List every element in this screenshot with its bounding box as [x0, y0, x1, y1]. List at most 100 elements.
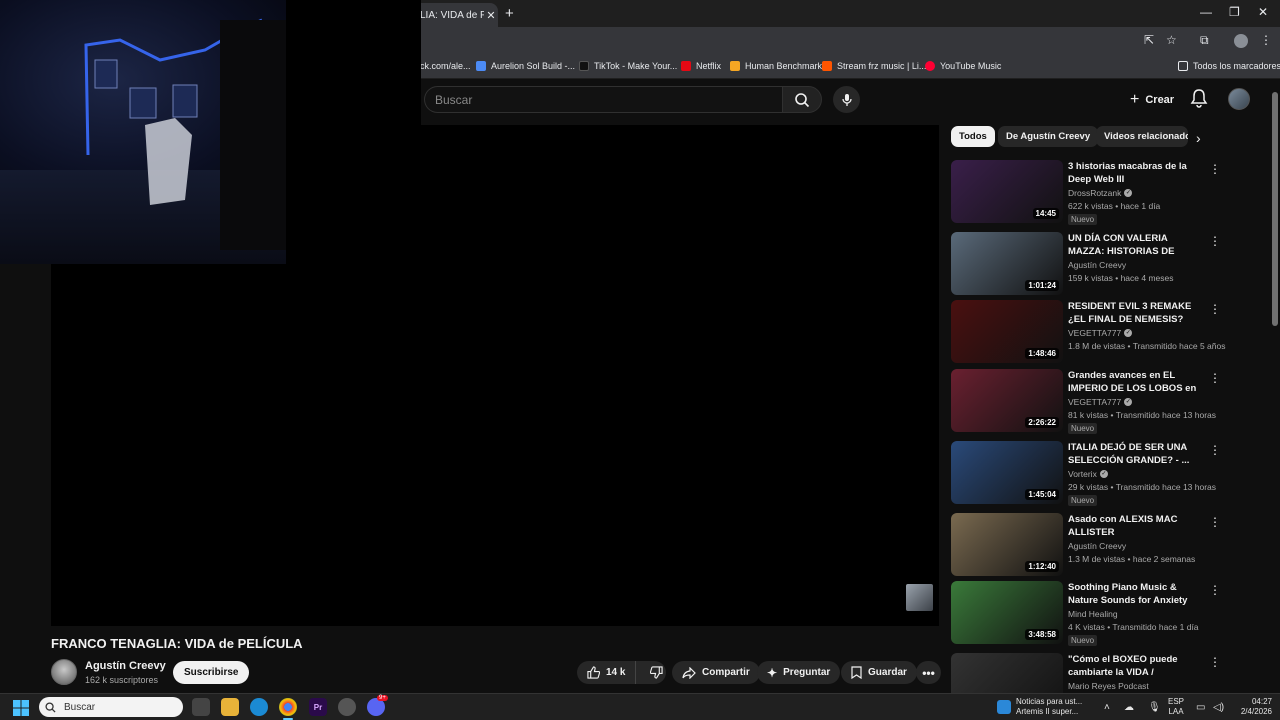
video-title[interactable]: RESIDENT EVIL 3 REMAKE ¿EL FINAL DE NEME…: [1068, 300, 1205, 326]
chrome-icon[interactable]: [279, 698, 297, 716]
install-app-icon[interactable]: ⇱: [1144, 33, 1154, 47]
channel-line[interactable]: Agustín Creevy: [1068, 541, 1126, 551]
player-channel-watermark[interactable]: [906, 584, 933, 611]
browser-menu-icon[interactable]: ⋮: [1260, 33, 1272, 47]
language-indicator[interactable]: ESP LAA: [1168, 697, 1184, 717]
extensions-icon[interactable]: ⧉: [1200, 33, 1209, 48]
scrollbar-thumb[interactable]: [1272, 92, 1278, 326]
video-title[interactable]: Soothing Piano Music & Nature Sounds for…: [1068, 581, 1205, 608]
bookmark-favicon: [822, 61, 832, 71]
video-title[interactable]: Grandes avances en EL IMPERIO DE LOS LOB…: [1068, 369, 1205, 396]
like-button[interactable]: 14 k: [577, 661, 637, 684]
share-button[interactable]: Compartir: [672, 661, 760, 684]
save-button[interactable]: Guardar: [841, 661, 917, 684]
bookmark-item[interactable]: ck.com/ale...: [420, 61, 471, 71]
new-tab-button[interactable]: +: [505, 5, 514, 22]
bookmark-item[interactable]: YouTube Music: [925, 61, 1001, 71]
tray-overflow-icon[interactable]: ˄: [1104, 702, 1110, 713]
channel-avatar[interactable]: [51, 659, 77, 685]
volume-icon[interactable]: ◁): [1213, 702, 1224, 713]
recommendation-item[interactable]: 1:12:40 Asado con ALEXIS MAC ALLISTER Agus…: [951, 513, 1221, 577]
channel-name: Vorterix: [1068, 469, 1097, 479]
chip-todos[interactable]: Todos: [951, 126, 995, 147]
chip-channel[interactable]: De Agustín Creevy: [998, 126, 1099, 147]
mic-tray-icon[interactable]: 🎙: [1148, 702, 1161, 713]
video-thumbnail[interactable]: 3:48:58: [951, 581, 1063, 644]
voice-search-button[interactable]: [833, 86, 860, 113]
all-bookmarks-button[interactable]: Todos los marcadores: [1178, 61, 1280, 71]
network-icon[interactable]: ▭: [1196, 702, 1205, 713]
search-button[interactable]: [782, 86, 822, 113]
video-title[interactable]: Asado con ALEXIS MAC ALLISTER: [1068, 513, 1205, 539]
channel-name[interactable]: Agustín Creevy: [85, 660, 166, 672]
bookmark-item[interactable]: Stream frz music | Li...: [822, 61, 926, 71]
bookmark-star-icon[interactable]: ☆: [1166, 33, 1177, 47]
video-thumbnail[interactable]: 1:48:46: [951, 300, 1063, 363]
channel-line[interactable]: Mario Reyes Podcast: [1068, 681, 1149, 691]
more-actions-button[interactable]: •••: [916, 661, 941, 684]
clock[interactable]: 04:27 2/4/2026: [1230, 697, 1272, 717]
more-vertical-icon[interactable]: ⋮: [1209, 443, 1221, 457]
dislike-button[interactable]: [642, 661, 671, 684]
video-title[interactable]: 3 historias macabras de la Deep Web III: [1068, 160, 1205, 186]
video-thumbnail[interactable]: 14:45: [951, 160, 1063, 223]
more-vertical-icon[interactable]: ⋮: [1209, 583, 1221, 597]
bookmark-item[interactable]: TikTok - Make Your...: [579, 61, 677, 71]
more-vertical-icon[interactable]: ⋮: [1209, 371, 1221, 385]
recommendation-item[interactable]: 1:45:04 ITALIA DEJÓ DE SER UNA SELECCIÓN …: [951, 441, 1221, 506]
bookmark-item[interactable]: Human Benchmark: [730, 61, 822, 71]
edge-icon[interactable]: [250, 698, 268, 716]
minimize-icon[interactable]: —: [1200, 5, 1212, 19]
more-vertical-icon[interactable]: ⋮: [1209, 655, 1221, 669]
ask-button[interactable]: ✦ Preguntar: [757, 661, 841, 684]
bookmark-item[interactable]: Aurelion Sol Build -...: [476, 61, 575, 71]
recommendation-item[interactable]: 3:48:58 Soothing Piano Music & Nature Sou…: [951, 581, 1221, 646]
notifications-bell-icon[interactable]: [1190, 88, 1208, 108]
browser-tab[interactable]: LIA: VIDA de PEL ✕: [410, 3, 498, 27]
video-title[interactable]: UN DÍA CON VALERIA MAZZA: HISTORIAS DE S…: [1068, 232, 1205, 259]
video-thumbnail[interactable]: 1:01:24: [951, 232, 1063, 295]
onedrive-icon[interactable]: ☁: [1124, 702, 1134, 713]
chevron-right-icon[interactable]: ›: [1196, 130, 1201, 146]
video-duration: 14:45: [1032, 208, 1059, 219]
recommendation-item[interactable]: 2:26:22 Grandes avances en EL IMPERIO DE …: [951, 369, 1221, 434]
browser-profile-avatar[interactable]: [1234, 34, 1248, 48]
video-thumbnail[interactable]: 1:12:40: [951, 513, 1063, 576]
subscribe-button[interactable]: Suscribirse: [173, 661, 250, 684]
news-title: Noticias para ust...: [1016, 697, 1083, 706]
recommendation-item[interactable]: 14:45 3 historias macabras de la Deep Web…: [951, 160, 1221, 225]
tab-close-icon[interactable]: ✕: [484, 9, 498, 22]
all-bookmarks-label: Todos los marcadores: [1193, 61, 1280, 71]
windows-start-icon[interactable]: [13, 700, 29, 716]
more-vertical-icon[interactable]: ⋮: [1209, 302, 1221, 316]
news-widget[interactable]: Noticias para ust... Artemis II super...: [997, 697, 1082, 717]
more-vertical-icon[interactable]: ⋮: [1209, 234, 1221, 248]
taskbar-search[interactable]: Buscar: [39, 697, 183, 717]
restore-icon[interactable]: ❐: [1229, 5, 1240, 19]
channel-line[interactable]: DrossRotzank ✓: [1068, 188, 1133, 198]
premiere-icon[interactable]: Pr: [309, 698, 327, 716]
recommendation-item[interactable]: 1:48:46 RESIDENT EVIL 3 REMAKE ¿EL FINAL …: [951, 300, 1225, 364]
user-avatar[interactable]: [1228, 88, 1250, 110]
more-vertical-icon[interactable]: ⋮: [1209, 515, 1221, 529]
video-title[interactable]: "Cómo el BOXEO puede cambiarte la VIDA /…: [1068, 653, 1205, 680]
channel-line[interactable]: Mind Healing: [1068, 609, 1118, 619]
more-vertical-icon[interactable]: ⋮: [1209, 162, 1221, 176]
video-thumbnail[interactable]: 1:45:04: [951, 441, 1063, 504]
bookmark-item[interactable]: Netflix: [681, 61, 721, 71]
window-close-icon[interactable]: ✕: [1258, 5, 1268, 19]
recommendation-item[interactable]: 1:01:24 UN DÍA CON VALERIA MAZZA: HISTORI…: [951, 232, 1221, 296]
bookmark-label: Aurelion Sol Build -...: [491, 61, 576, 71]
channel-line[interactable]: VEGETTA777 ✓: [1068, 397, 1133, 407]
create-button[interactable]: + Crear: [1122, 87, 1182, 113]
channel-line[interactable]: Agustín Creevy: [1068, 260, 1126, 270]
search-input[interactable]: Buscar: [424, 86, 782, 113]
file-explorer-icon[interactable]: [221, 698, 239, 716]
video-thumbnail[interactable]: 2:26:22: [951, 369, 1063, 432]
steam-icon[interactable]: [338, 698, 356, 716]
video-title[interactable]: ITALIA DEJÓ DE SER UNA SELECCIÓN GRANDE?…: [1068, 441, 1205, 467]
task-view-icon[interactable]: [192, 698, 210, 716]
channel-line[interactable]: Vorterix ✓: [1068, 469, 1108, 479]
channel-line[interactable]: VEGETTA777 ✓: [1068, 328, 1133, 338]
chip-related[interactable]: Videos relacionados: [1096, 126, 1188, 147]
